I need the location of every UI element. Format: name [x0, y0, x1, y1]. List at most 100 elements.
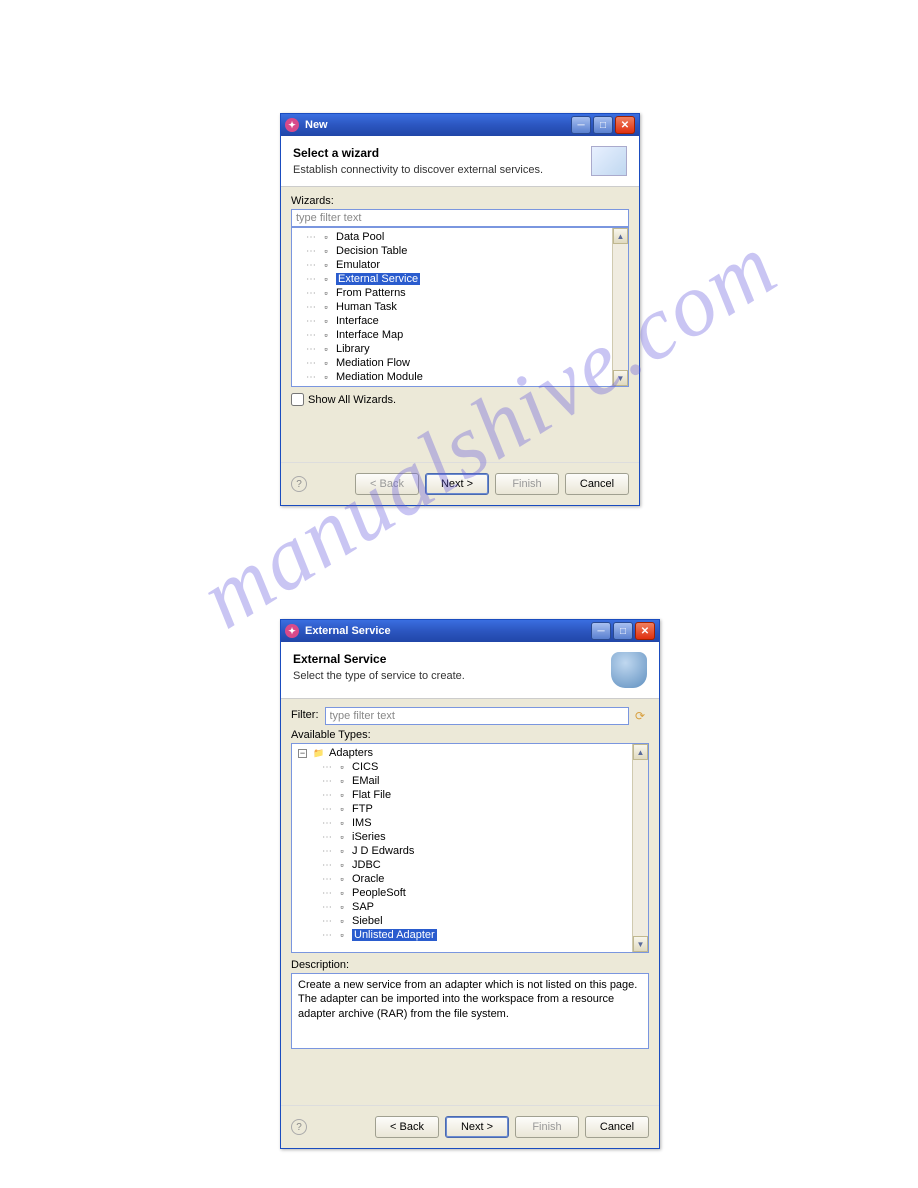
next-button[interactable]: Next > [425, 473, 489, 495]
filter-input[interactable] [325, 707, 630, 725]
finish-button: Finish [495, 473, 559, 495]
scroll-down-icon[interactable]: ▼ [613, 370, 628, 386]
item-label: CICS [352, 761, 378, 773]
item-label: Mediation Flow [336, 357, 410, 369]
tree-connector-icon: ⋯ [298, 344, 316, 355]
filter-label: Filter: [291, 709, 319, 721]
available-types-label: Available Types: [291, 729, 649, 741]
close-button[interactable]: ✕ [615, 116, 635, 134]
tree-item[interactable]: ⋯▫IMS [296, 816, 644, 830]
item-icon: ▫ [320, 301, 332, 313]
tree-item[interactable]: ⋯▫CICS [296, 760, 644, 774]
help-icon[interactable]: ? [291, 476, 307, 492]
item-icon: ▫ [320, 231, 332, 243]
tree-connector-icon: ⋯ [298, 260, 316, 271]
tree-connector-icon: ⋯ [314, 846, 332, 857]
tree-connector-icon: ⋯ [298, 372, 316, 383]
minimize-button[interactable]: ─ [591, 622, 611, 640]
wizard-icon [591, 146, 627, 176]
scrollbar[interactable]: ▲ ▼ [612, 228, 628, 386]
tree-connector-icon: ⋯ [314, 804, 332, 815]
item-icon: ▫ [320, 273, 332, 285]
tree-connector-icon: ⋯ [298, 246, 316, 257]
maximize-button[interactable]: □ [613, 622, 633, 640]
help-icon[interactable]: ? [291, 1119, 307, 1135]
tree-item[interactable]: ⋯▫iSeries [296, 830, 644, 844]
item-label: Oracle [352, 873, 384, 885]
scrollbar[interactable]: ▲ ▼ [632, 744, 648, 952]
back-button[interactable]: < Back [375, 1116, 439, 1138]
scroll-down-icon[interactable]: ▼ [633, 936, 648, 952]
tree-item[interactable]: ⋯▫Interface Map [296, 328, 624, 342]
tree-item[interactable]: ⋯▫Emulator [296, 258, 624, 272]
tree-item[interactable]: ⋯ ▫ Decision Table [296, 244, 624, 258]
tree-item[interactable]: ⋯▫Data Pool [296, 230, 624, 244]
titlebar[interactable]: ✦ External Service ─ □ ✕ [281, 620, 659, 642]
tree-item[interactable]: ⋯▫EMail [296, 774, 644, 788]
item-label: J D Edwards [352, 845, 414, 857]
show-all-label: Show All Wizards. [308, 394, 396, 406]
folder-icon: 📁 [313, 747, 325, 759]
item-label: Unlisted Adapter [352, 929, 437, 941]
item-label: Data Pool [336, 231, 384, 243]
tree-item[interactable]: ⋯▫Human Task [296, 300, 624, 314]
service-icon [611, 652, 647, 688]
cancel-button[interactable]: Cancel [585, 1116, 649, 1138]
cancel-button[interactable]: Cancel [565, 473, 629, 495]
tree-item[interactable]: ⋯▫J D Edwards [296, 844, 644, 858]
tree-item[interactable]: ⋯▫Siebel [296, 914, 644, 928]
tree-item[interactable]: ⋯▫From Patterns [296, 286, 624, 300]
scroll-up-icon[interactable]: ▲ [613, 228, 628, 244]
item-icon: ▫ [336, 929, 348, 941]
tree-item[interactable]: ⋯ ▫ Mediation Module [296, 370, 624, 384]
item-icon: ▫ [320, 245, 332, 257]
wizard-tree[interactable]: ⋯▫Data Pool⋯▫Decision Table⋯▫Emulator⋯▫E… [291, 227, 629, 387]
item-label: Decision Table [336, 245, 407, 257]
header-title: External Service [293, 652, 603, 666]
tree-item[interactable]: ⋯▫FTP [296, 802, 644, 816]
window-buttons: ─ □ ✕ [571, 116, 635, 134]
item-label: External Service [336, 273, 420, 285]
tree-item[interactable]: ⋯▫External Service [296, 272, 624, 286]
tree-item[interactable]: ⋯▫SAP [296, 900, 644, 914]
tree-item[interactable]: ⋯▫Library [296, 342, 624, 356]
item-icon: ▫ [320, 357, 332, 369]
item-label: SAP [352, 901, 374, 913]
tree-item[interactable]: ⋯▫Oracle [296, 872, 644, 886]
next-button[interactable]: Next > [445, 1116, 509, 1138]
item-label: IMS [352, 817, 372, 829]
item-label: iSeries [352, 831, 386, 843]
tree-item[interactable]: ⋯▫PeopleSoft [296, 886, 644, 900]
minimize-button[interactable]: ─ [571, 116, 591, 134]
item-icon: ▫ [336, 789, 348, 801]
show-all-checkbox[interactable] [291, 393, 304, 406]
item-label: EMail [352, 775, 380, 787]
window-title: New [305, 119, 571, 131]
tree-item[interactable]: ⋯ ▫ Unlisted Adapter [296, 928, 644, 942]
item-icon: ▫ [320, 315, 332, 327]
maximize-button[interactable]: □ [593, 116, 613, 134]
tree-item[interactable]: ⋯▫JDBC [296, 858, 644, 872]
tree-connector-icon: ⋯ [314, 776, 332, 787]
tree-item[interactable]: ⋯▫Mediation Flow [296, 356, 624, 370]
item-icon: ▫ [320, 371, 332, 383]
tree-item[interactable]: ⋯▫Interface [296, 314, 624, 328]
filter-input[interactable] [291, 209, 629, 227]
back-button: < Back [355, 473, 419, 495]
types-tree[interactable]: − 📁 Adapters ⋯▫CICS⋯▫EMail⋯▫Flat File⋯▫F… [291, 743, 649, 953]
tree-connector-icon: ⋯ [314, 930, 332, 941]
tree-item[interactable]: ⋯▫Flat File [296, 788, 644, 802]
tree-root-adapters[interactable]: − 📁 Adapters [296, 746, 644, 760]
item-label: Flat File [352, 789, 391, 801]
header-subtitle: Establish connectivity to discover exter… [293, 164, 583, 176]
item-label: Mediation Module [336, 371, 423, 383]
app-icon: ✦ [285, 118, 299, 132]
scroll-up-icon[interactable]: ▲ [633, 744, 648, 760]
tree-connector-icon: ⋯ [314, 902, 332, 913]
refresh-icon[interactable]: ⟳ [635, 709, 649, 723]
collapse-icon[interactable]: − [298, 749, 307, 758]
description-label: Description: [291, 959, 649, 971]
titlebar[interactable]: ✦ New ─ □ ✕ [281, 114, 639, 136]
close-button[interactable]: ✕ [635, 622, 655, 640]
tree-connector-icon: ⋯ [314, 818, 332, 829]
